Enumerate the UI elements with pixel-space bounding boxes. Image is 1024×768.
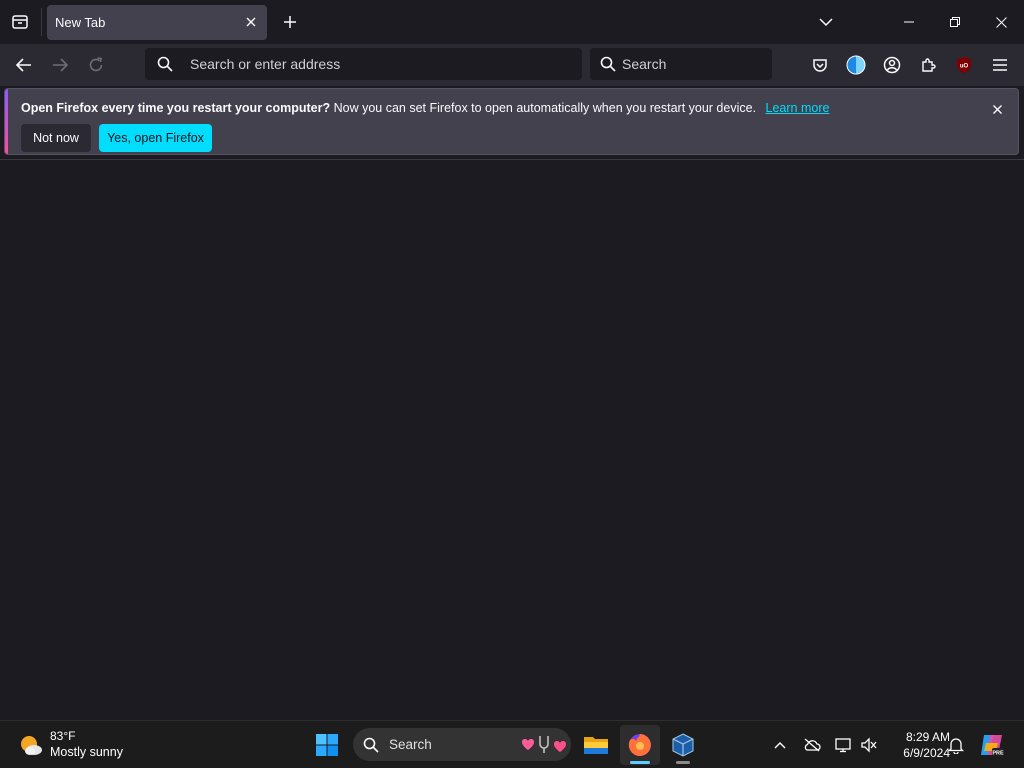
not-now-button[interactable]: Not now — [21, 124, 91, 152]
show-hidden-icons-button[interactable] — [768, 733, 792, 757]
address-bar[interactable] — [145, 48, 582, 80]
clock-date: 6/9/2024 — [903, 746, 950, 760]
restore-icon — [950, 17, 960, 27]
new-tab-button[interactable] — [276, 8, 304, 36]
window-close-button[interactable] — [978, 0, 1024, 44]
extension-blue-circle-icon — [846, 55, 866, 75]
start-button[interactable] — [307, 725, 347, 765]
search-bar[interactable] — [590, 48, 772, 80]
svg-text:uO: uO — [960, 64, 969, 70]
weather-description: Mostly sunny — [50, 745, 123, 759]
notification-body: Now you can set Firefox to open automati… — [333, 101, 757, 115]
tab-title: New Tab — [55, 15, 106, 30]
navigation-toolbar: uO — [0, 44, 1024, 86]
copilot-icon: PRE — [981, 735, 1004, 757]
search-icon — [600, 56, 616, 72]
notification-close-button[interactable] — [988, 100, 1006, 118]
forward-button[interactable] — [46, 51, 74, 79]
virtualbox-icon — [672, 733, 694, 757]
arrow-right-icon — [53, 58, 68, 72]
file-explorer-taskbar-button[interactable] — [576, 725, 616, 765]
chevron-up-icon — [774, 742, 786, 749]
system-clock[interactable]: 8:29 AM 6/9/2024 — [884, 729, 950, 761]
network-tray-button[interactable] — [832, 733, 856, 757]
plus-icon — [284, 16, 296, 28]
tab-close-button[interactable] — [241, 12, 261, 32]
network-monitor-icon — [835, 738, 851, 753]
notifications-button[interactable] — [944, 733, 968, 757]
app-menu-button[interactable] — [986, 51, 1014, 79]
close-icon — [995, 16, 1007, 28]
default-browser-notification: Open Firefox every time you restart your… — [4, 88, 1019, 155]
extensions-button[interactable] — [914, 51, 942, 79]
menu-icon — [993, 59, 1007, 71]
firefox-taskbar-button[interactable] — [620, 725, 660, 765]
windows-start-icon — [316, 734, 338, 756]
search-icon — [157, 56, 173, 72]
extensions-icon — [922, 58, 936, 72]
yes-open-firefox-button[interactable]: Yes, open Firefox — [99, 124, 212, 152]
svg-text:PRE: PRE — [992, 751, 1004, 757]
firefox-view-icon — [12, 15, 28, 29]
partly-sunny-icon — [21, 736, 42, 755]
account-icon — [883, 56, 901, 74]
chevron-down-icon — [819, 18, 833, 27]
ublock-origin-button[interactable]: uO — [950, 51, 978, 79]
weather-widget[interactable]: 83°F Mostly sunny — [18, 727, 138, 763]
notification-accent-bar — [5, 89, 8, 154]
firefox-view-button[interactable] — [6, 8, 34, 36]
copilot-button[interactable]: PRE — [978, 731, 1006, 759]
tab-strip: New Tab — [0, 0, 1024, 44]
reload-button[interactable] — [82, 51, 110, 79]
bell-icon — [948, 738, 964, 754]
search-highlight-decoration-icon — [522, 736, 566, 753]
list-all-tabs-button[interactable] — [812, 8, 840, 36]
tab-strip-separator — [41, 8, 42, 36]
close-icon — [246, 17, 256, 27]
weather-temperature: 83°F — [50, 729, 76, 743]
virtualbox-running-indicator — [676, 761, 690, 764]
close-icon — [992, 104, 1002, 114]
window-restore-button[interactable] — [932, 0, 978, 44]
clock-time: 8:29 AM — [905, 730, 950, 744]
reload-icon — [89, 57, 103, 72]
notification-message: Open Firefox every time you restart your… — [21, 101, 829, 115]
minimize-icon — [904, 21, 914, 23]
notification-title: Open Firefox every time you restart your… — [21, 101, 331, 115]
learn-more-link[interactable]: Learn more — [766, 101, 830, 115]
page-content-area[interactable] — [0, 160, 1024, 720]
file-explorer-icon — [584, 737, 608, 754]
volume-tray-button[interactable] — [857, 733, 881, 757]
taskbar-search-label: Search — [389, 737, 432, 752]
pocket-button[interactable] — [806, 51, 834, 79]
taskbar-search-box[interactable]: Search — [353, 728, 571, 761]
tab-new-tab[interactable]: New Tab — [47, 5, 267, 40]
onedrive-tray-button[interactable] — [800, 733, 824, 757]
account-button[interactable] — [878, 51, 906, 79]
cloud-offline-icon — [804, 738, 821, 752]
extension-blue-circle-button[interactable] — [842, 51, 870, 79]
ublock-origin-icon: uO — [957, 57, 971, 73]
speaker-muted-icon — [861, 737, 877, 753]
virtualbox-taskbar-button[interactable] — [663, 725, 703, 765]
firefox-running-indicator — [630, 761, 650, 764]
search-icon — [363, 737, 379, 753]
address-input[interactable] — [190, 54, 570, 74]
firefox-icon — [628, 734, 651, 756]
arrow-left-icon — [16, 58, 31, 72]
pocket-icon — [813, 59, 827, 72]
window-minimize-button[interactable] — [886, 0, 932, 44]
search-input[interactable] — [622, 54, 762, 74]
windows-taskbar: 83°F Mostly sunny Search 8:29 AM 6/9/202… — [0, 720, 1024, 768]
back-button[interactable] — [10, 51, 38, 79]
